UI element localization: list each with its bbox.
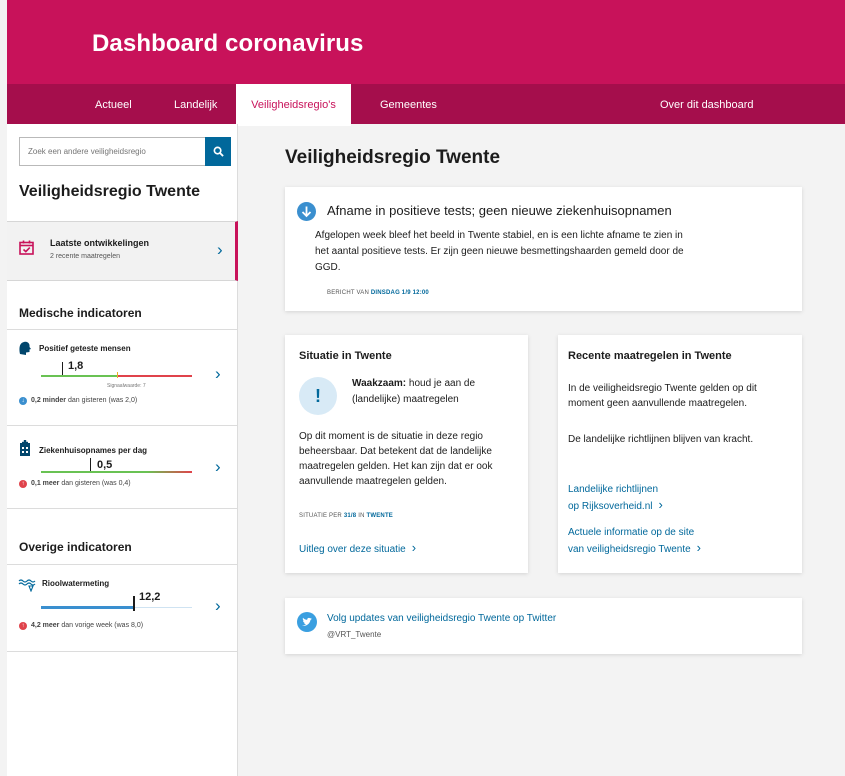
search-button[interactable]	[205, 137, 231, 166]
alert-title: Afname in positieve tests; geen nieuwe z…	[327, 203, 672, 218]
divider	[7, 508, 238, 509]
person-head-icon	[19, 341, 31, 355]
other-indicators-heading: Overige indicatoren	[19, 540, 132, 554]
value-marker	[62, 362, 63, 376]
chevron-right-icon: ›	[658, 497, 663, 512]
sidebar: Veiligheidsregio Twente Laatste ontwikke…	[7, 124, 238, 776]
twitter-handle: @VRT_Twente	[327, 630, 382, 639]
indicator-value: 0,5	[97, 459, 113, 471]
situation-body: Op dit moment is de situatie in deze reg…	[299, 431, 493, 487]
indicator-title: Ziekenhuisopnames per dag	[39, 446, 148, 455]
situation-meta: Situatie per 31/8 in Twente	[299, 513, 394, 519]
indicator-hospital-admissions[interactable]: Ziekenhuisopnames per dag 0,5 ↑ 0,1 meer…	[7, 426, 238, 508]
value-bar-track	[134, 607, 192, 608]
app-title: Dashboard coronavirus	[92, 30, 364, 57]
signal-value-label: Signaalwaarde: 7	[107, 383, 146, 389]
indicator-sewage[interactable]: Rioolwatermeting 12,2 ↑ 4,2 meer dan vor…	[7, 565, 238, 651]
search-input[interactable]	[19, 137, 205, 166]
signal-threshold-marker	[117, 372, 118, 378]
indicator-change: 0,1 meer dan gisteren (was 0,4)	[31, 480, 131, 487]
alert-meta: Bericht van Dinsdag 1/9 12:00	[327, 290, 429, 296]
chevron-right-icon: ›	[215, 596, 221, 615]
chevron-right-icon: ›	[215, 364, 221, 383]
alert-body: Afgelopen week bleef het beeld in Twente…	[315, 230, 684, 273]
main-nav: Actueel Landelijk Veiligheidsregio's Gem…	[7, 84, 845, 126]
nav-item-over-dit-dashboard[interactable]: Over dit dashboard	[660, 84, 754, 124]
indicator-positive-tests[interactable]: Positief geteste mensen 1,8 Signaalwaard…	[7, 330, 238, 425]
indicator-value: 1,8	[68, 360, 84, 372]
sewage-water-icon	[18, 579, 36, 592]
nav-item-landelijk[interactable]: Landelijk	[174, 84, 217, 124]
value-marker	[133, 596, 135, 611]
hospital-icon	[20, 440, 30, 456]
chevron-right-icon: ›	[215, 457, 221, 476]
situation-card: Situatie in Twente ! Waakzaam: houd je a…	[285, 335, 528, 573]
indicator-change: 0,2 minder dan gisteren (was 2,0)	[31, 397, 138, 404]
calendar-check-icon	[19, 240, 34, 255]
signal-bar-red	[117, 375, 192, 377]
chevron-right-icon: ›	[411, 540, 417, 555]
value-bar-fill	[41, 606, 134, 609]
page-title: Veiligheidsregio Twente	[285, 147, 501, 168]
nav-item-gemeentes[interactable]: Gemeentes	[380, 84, 437, 124]
indicator-title: Rioolwatermeting	[42, 579, 110, 588]
chevron-right-icon: ›	[217, 240, 223, 259]
signal-bar	[41, 471, 192, 473]
national-guidelines-link[interactable]: Landelijke richtlijnen op Rijksoverheid.n…	[568, 482, 663, 514]
region-site-link[interactable]: Actuele informatie op de site van veiligh…	[568, 525, 701, 557]
measures-title: Recente maatregelen in Twente	[568, 350, 732, 362]
measures-card: Recente maatregelen in Twente In de veil…	[558, 335, 802, 573]
nav-item-actueel[interactable]: Actueel	[95, 84, 132, 124]
arrow-down-icon: ↓	[19, 397, 27, 405]
value-marker	[90, 458, 91, 472]
arrow-up-icon: ↑	[19, 480, 27, 488]
search-bar	[19, 137, 231, 166]
indicator-change: 4,2 meer dan vorige week (was 8,0)	[31, 622, 144, 629]
medical-indicators-heading: Medische indicatoren	[19, 306, 142, 320]
nav-item-veiligheidsregios[interactable]: Veiligheidsregio's	[236, 84, 351, 126]
divider	[7, 651, 238, 652]
arrow-up-icon: ↑	[19, 622, 27, 630]
signal-bar-green	[41, 375, 117, 377]
news-alert-card: Afname in positieve tests; geen nieuwe z…	[285, 187, 802, 311]
arrow-down-circle-icon	[297, 202, 316, 221]
twitter-follow-link[interactable]: Volg updates van veiligheidsregio Twente…	[327, 613, 556, 624]
indicator-value: 12,2	[139, 591, 161, 603]
measures-body-1: In de veiligheidsregio Twente gelden op …	[568, 383, 757, 409]
situation-title: Situatie in Twente	[299, 350, 392, 362]
latest-developments-item[interactable]: Laatste ontwikkelingen 2 recente maatreg…	[7, 221, 238, 281]
measures-body-2: De landelijke richtlijnen blijven van kr…	[568, 434, 754, 445]
exclamation-icon: !	[299, 377, 337, 415]
twitter-card: Volg updates van veiligheidsregio Twente…	[285, 598, 802, 654]
latest-developments-subtitle: 2 recente maatregelen	[50, 253, 121, 260]
sidebar-region-title: Veiligheidsregio Twente	[19, 183, 201, 200]
header-bar: Dashboard coronavirus	[7, 0, 845, 84]
indicator-title: Positief geteste mensen	[39, 344, 131, 353]
chevron-right-icon: ›	[696, 540, 702, 555]
search-icon	[213, 146, 224, 157]
situation-explanation-link[interactable]: Uitleg over deze situatie ›	[299, 540, 416, 557]
twitter-icon	[297, 612, 317, 632]
latest-developments-title: Laatste ontwikkelingen	[50, 238, 150, 248]
situation-warning: Waakzaam: houd je aan de (landelijke) ma…	[352, 378, 476, 405]
